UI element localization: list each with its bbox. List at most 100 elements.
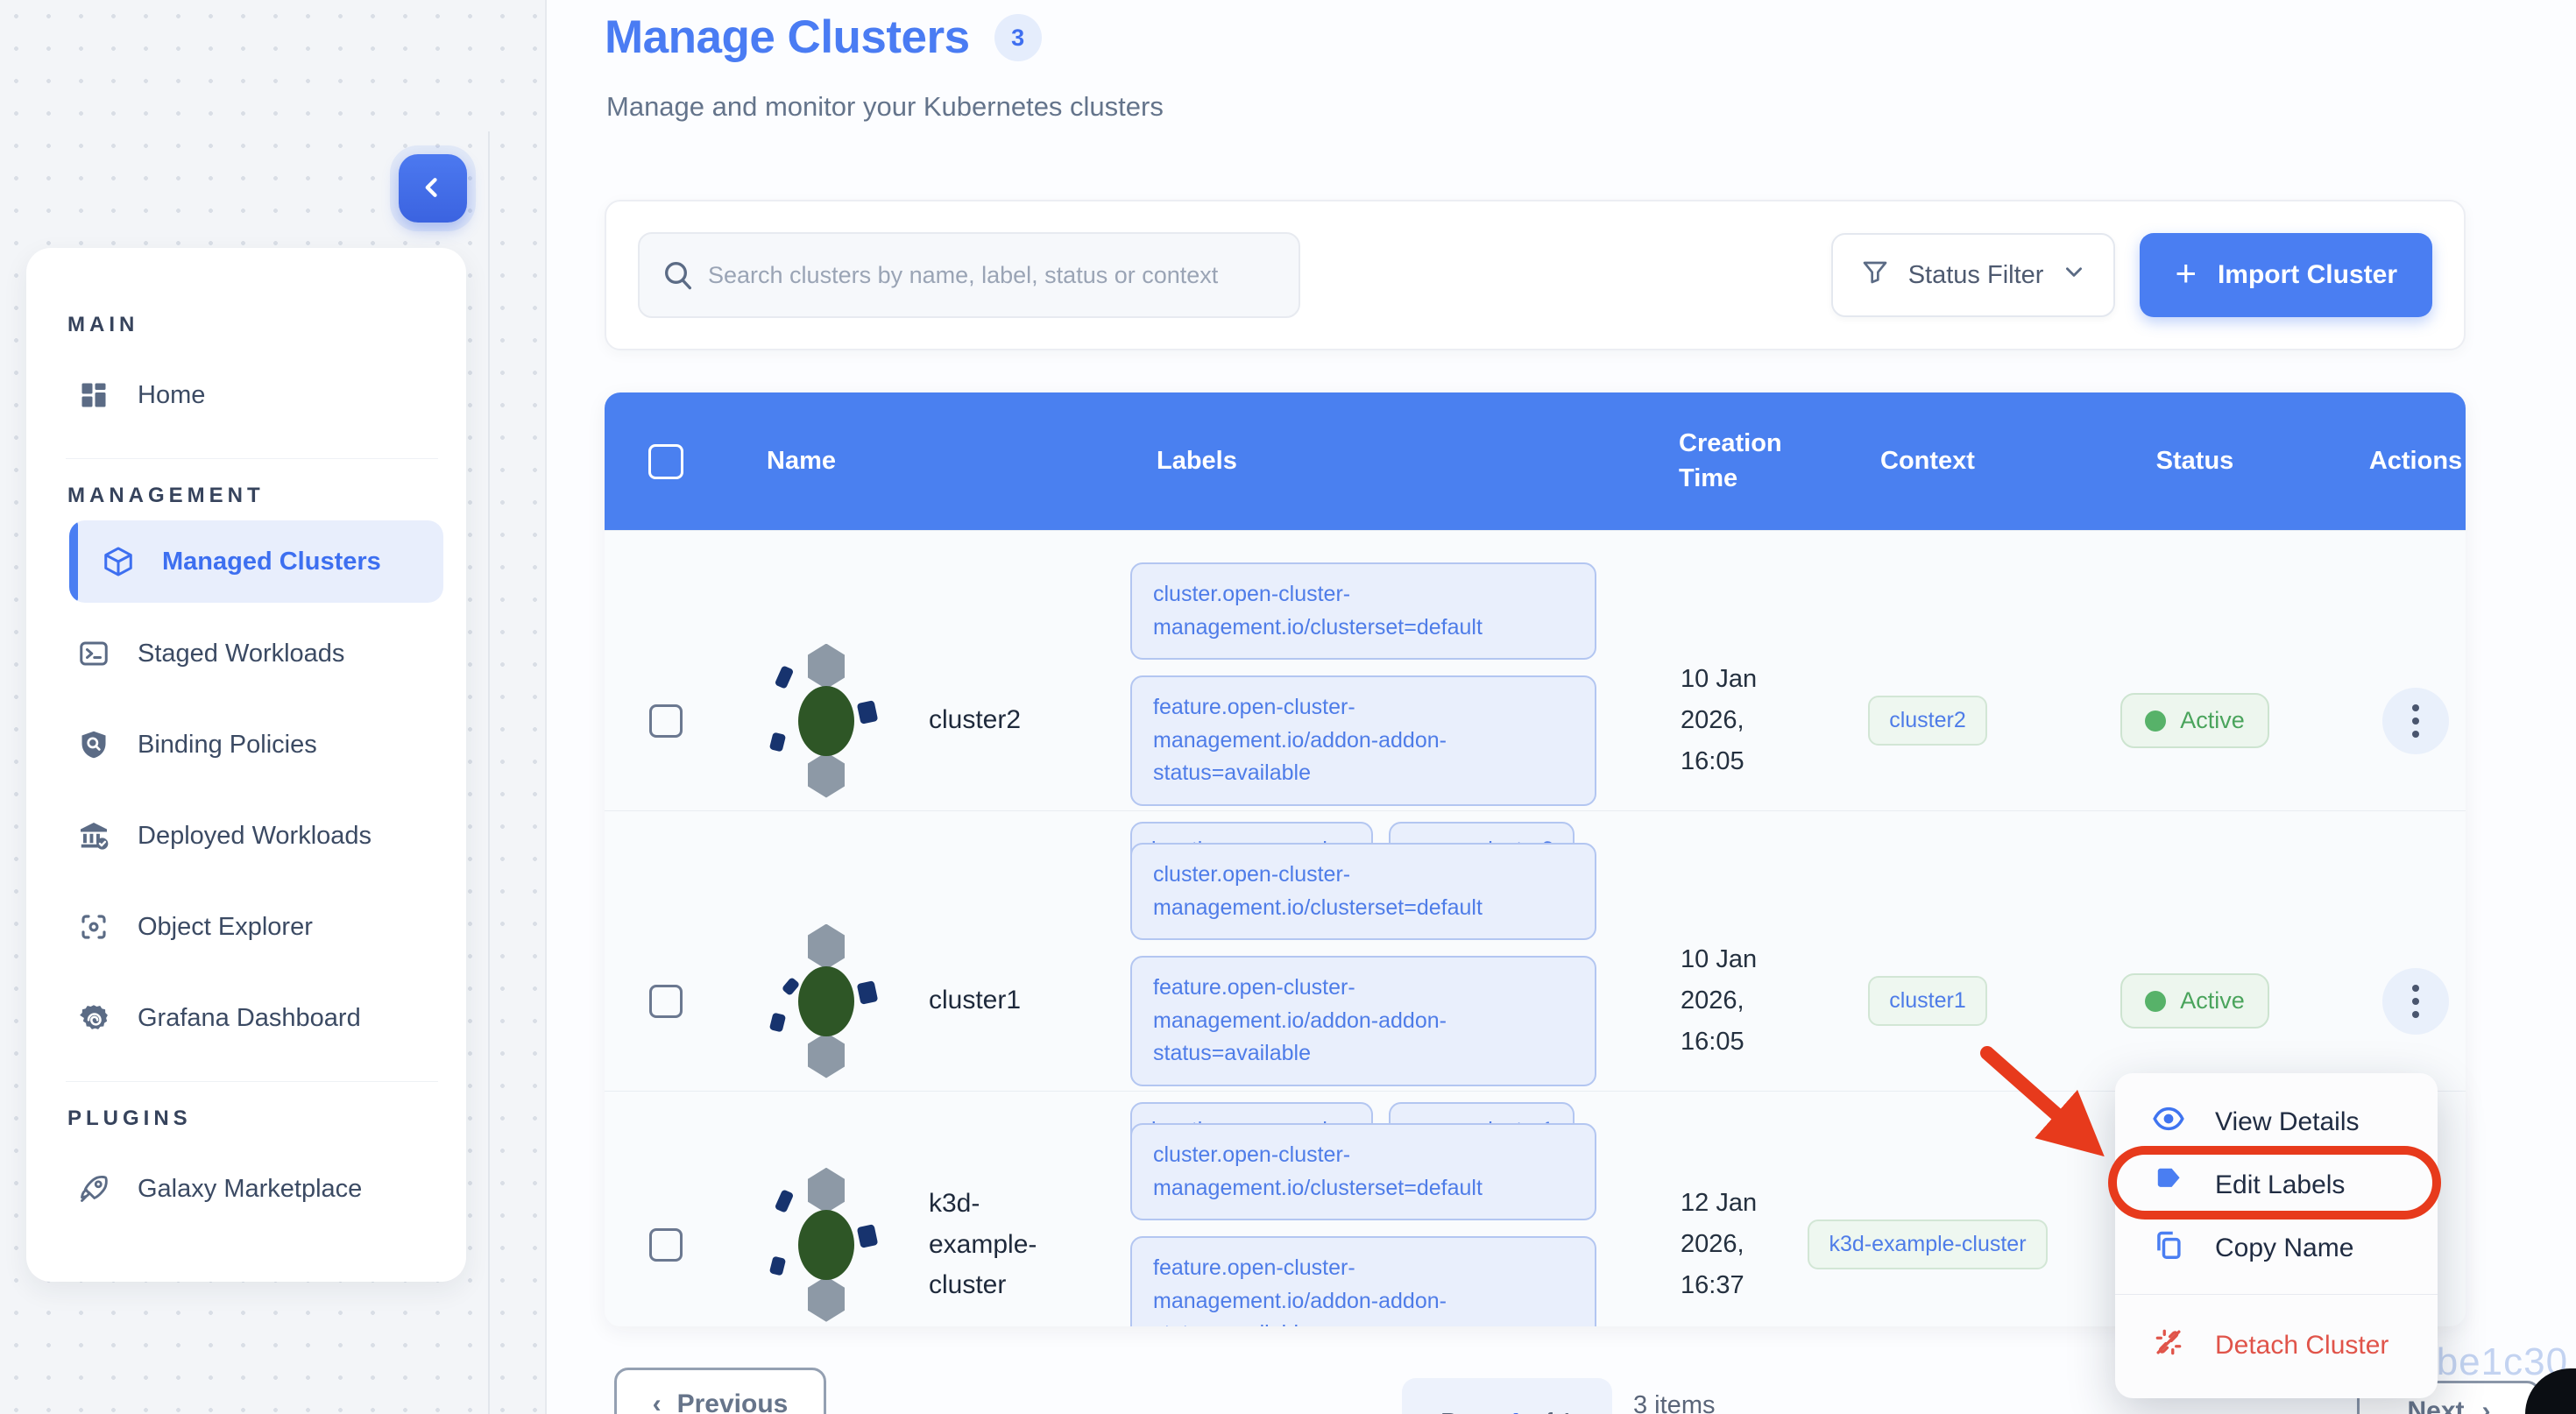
row-checkbox[interactable] (649, 1228, 683, 1262)
status-filter-button[interactable]: Status Filter (1831, 233, 2116, 317)
row-checkbox[interactable] (649, 985, 683, 1018)
menu-item-edit-labels[interactable]: Edit Labels (2115, 1154, 2438, 1217)
context-chip: cluster1 (1868, 976, 1987, 1026)
filter-funnel-icon (1861, 258, 1889, 293)
row-checkbox[interactable] (649, 704, 683, 738)
page-title: Manage Clusters (605, 11, 970, 64)
row-actions-menu-button[interactable] (2382, 688, 2449, 754)
label-chip: feature.open-cluster-management.io/addon… (1130, 1236, 1596, 1326)
creation-time: 10 Jan 2026, 16:05 (1681, 659, 1775, 782)
sidebar-divider-line (488, 131, 490, 1414)
divider (66, 458, 438, 459)
sidebar-item-label: Galaxy Marketplace (138, 1175, 362, 1204)
menu-item-detach-cluster[interactable]: Detach Cluster (2115, 1311, 2438, 1381)
sidebar-item-grafana-dashboard[interactable]: Grafana Dashboard (66, 972, 443, 1064)
scan-icon (76, 911, 111, 943)
chevron-left-icon: ‹ (653, 1389, 662, 1414)
rocket-icon (76, 1173, 111, 1205)
cluster-toolbar: Status Filter + Import Cluster (605, 200, 2466, 350)
search-icon (661, 258, 696, 297)
active-accent-bar (69, 520, 78, 603)
status-badge: Active (2120, 973, 2269, 1029)
cube-icon (101, 545, 136, 578)
current-page-number: 1 (1509, 1409, 1523, 1414)
cluster-name: cluster2 (929, 700, 1021, 741)
page-subtitle: Manage and monitor your Kubernetes clust… (606, 91, 1164, 123)
sidebar-item-staged-workloads[interactable]: Staged Workloads (66, 608, 443, 699)
column-header-status: Status (2024, 447, 2366, 476)
sidebar-item-home[interactable]: Home (66, 350, 443, 441)
table-header-row: Name Labels Creation Time Context Status… (605, 392, 2466, 530)
search-field-wrap (638, 232, 1300, 318)
sidebar-item-galaxy-marketplace[interactable]: Galaxy Marketplace (66, 1143, 443, 1234)
status-badge: Active (2120, 693, 2269, 748)
divider (66, 1081, 438, 1082)
column-header-name: Name (727, 447, 1130, 476)
cluster-logo (754, 644, 902, 798)
search-input[interactable] (638, 232, 1300, 318)
cluster-logo (754, 924, 902, 1078)
chevron-down-icon (2063, 260, 2085, 290)
cluster-logo (754, 1168, 902, 1322)
label-chip: feature.open-cluster-management.io/addon… (1130, 675, 1596, 806)
label-chip: cluster.open-cluster-management.io/clust… (1130, 843, 1596, 940)
sidebar-item-binding-policies[interactable]: Binding Policies (66, 699, 443, 790)
sidebar-item-label: Deployed Workloads (138, 822, 372, 851)
creation-time: 10 Jan 2026, 16:05 (1681, 939, 1775, 1063)
select-all-checkbox[interactable] (648, 444, 683, 479)
page-indicator: Page 1 of 1 (1402, 1378, 1612, 1414)
sidebar-item-label: Staged Workloads (138, 640, 344, 668)
bank-check-icon (76, 820, 111, 852)
menu-divider (2115, 1294, 2438, 1295)
status-dot-icon (2145, 991, 2166, 1012)
status-filter-label: Status Filter (1908, 261, 2044, 290)
creation-time: 12 Jan 2026, 16:37 (1681, 1183, 1775, 1306)
sidebar-item-label: Grafana Dashboard (138, 1004, 361, 1033)
sidebar-item-label: Managed Clusters (162, 548, 381, 576)
table-row: cluster2 cluster.open-cluster-management… (605, 530, 2466, 810)
row-actions-menu-button[interactable] (2382, 968, 2449, 1035)
sidebar: MAIN Home MANAGEMENT Managed Clusters St… (26, 248, 466, 1282)
sidebar-section-plugins: PLUGINS (67, 1106, 443, 1131)
column-header-actions: Actions (2366, 447, 2466, 476)
grafana-icon (76, 1002, 111, 1034)
previous-page-button[interactable]: ‹ Previous (614, 1368, 826, 1414)
sidebar-item-deployed-workloads[interactable]: Deployed Workloads (66, 790, 443, 881)
tag-icon (2152, 1165, 2185, 1205)
import-cluster-label: Import Cluster (2218, 260, 2397, 290)
menu-item-copy-name[interactable]: Copy Name (2115, 1217, 2438, 1280)
main-content: Manage Clusters 3 Manage and monitor you… (545, 0, 2576, 1414)
sidebar-item-label: Object Explorer (138, 913, 313, 942)
plus-icon: + (2175, 255, 2197, 292)
sidebar-section-management: MANAGEMENT (67, 484, 443, 508)
cluster-count-badge: 3 (994, 14, 1042, 61)
shield-search-icon (76, 729, 111, 760)
context-chip: cluster2 (1868, 696, 1987, 746)
context-chip: k3d-example-cluster (1808, 1220, 2047, 1269)
unlink-icon (2152, 1326, 2185, 1366)
column-header-context: Context (1831, 447, 2024, 476)
sidebar-collapse-button[interactable] (399, 154, 467, 223)
items-count: 3 items (1633, 1391, 1715, 1414)
label-chip: cluster.open-cluster-management.io/clust… (1130, 1123, 1596, 1220)
menu-item-view-details[interactable]: View Details (2115, 1091, 2438, 1154)
dashboard-icon (76, 379, 111, 411)
cluster-name: k3d-example-cluster (929, 1184, 1078, 1306)
eye-icon (2152, 1102, 2185, 1142)
row-actions-context-menu: View Details Edit Labels Copy Name Detac… (2115, 1073, 2438, 1398)
sidebar-item-object-explorer[interactable]: Object Explorer (66, 881, 443, 972)
status-dot-icon (2145, 711, 2166, 732)
chevron-right-icon: › (2482, 1396, 2491, 1414)
copy-icon (2152, 1228, 2185, 1269)
import-cluster-button[interactable]: + Import Cluster (2140, 233, 2432, 317)
sidebar-column: MAIN Home MANAGEMENT Managed Clusters St… (0, 0, 545, 1414)
page-header: Manage Clusters 3 (605, 11, 1042, 64)
sidebar-item-label: Home (138, 381, 205, 410)
table-row: cluster1 cluster.open-cluster-management… (605, 810, 2466, 1091)
column-header-labels: Labels (1130, 447, 1647, 476)
sidebar-item-managed-clusters[interactable]: Managed Clusters (69, 520, 443, 603)
sidebar-section-main: MAIN (67, 313, 443, 337)
label-chip: cluster.open-cluster-management.io/clust… (1130, 562, 1596, 660)
label-chip: feature.open-cluster-management.io/addon… (1130, 956, 1596, 1086)
terminal-icon (76, 638, 111, 669)
